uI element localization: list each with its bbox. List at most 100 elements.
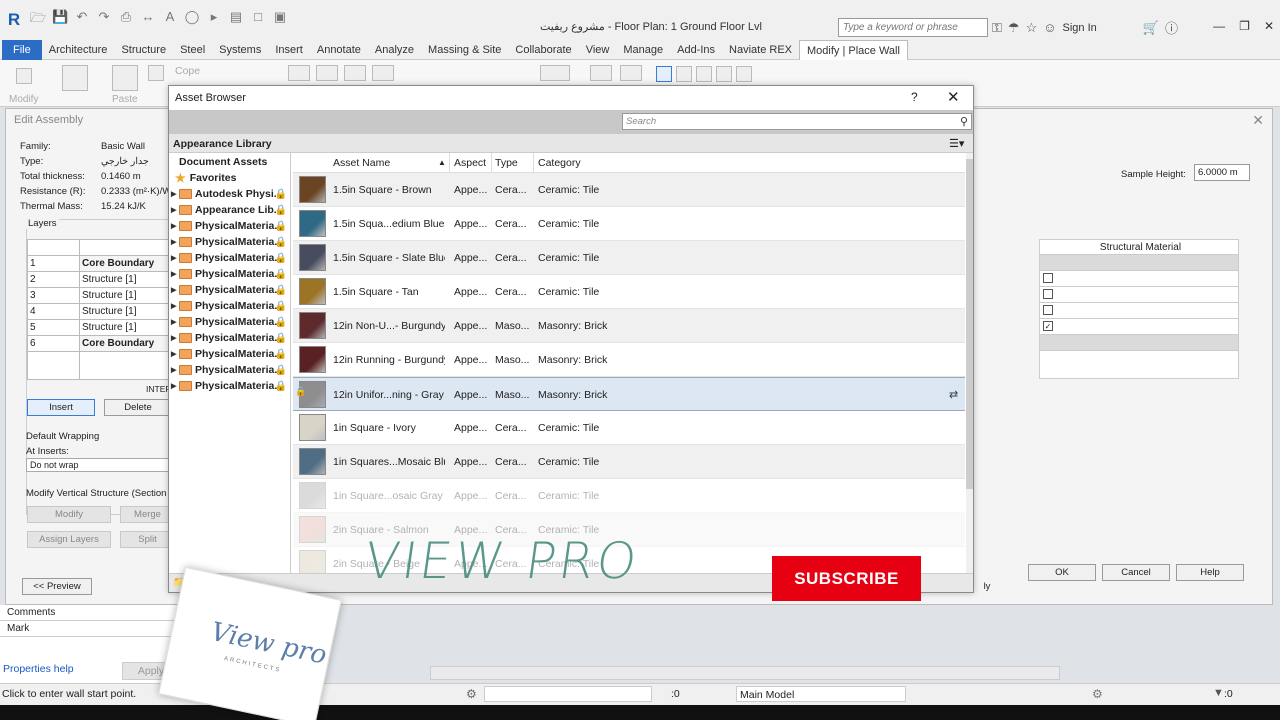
close-icon[interactable]: ✕ <box>947 88 960 106</box>
apply-partial-button[interactable]: ly <box>972 578 1002 595</box>
layer-number[interactable]: 5 <box>27 319 80 336</box>
asset-row[interactable]: 12in Running - Burgundy Appe... Maso... Mas… <box>293 343 965 377</box>
expand-arrow-icon[interactable]: ▶ <box>171 318 179 326</box>
measure-icon[interactable]: ↔ <box>140 9 156 31</box>
tab-annotate[interactable]: Annotate <box>310 40 368 60</box>
star-icon[interactable]: ☆ <box>1026 20 1038 36</box>
asset-search-input[interactable]: Search ⚲ <box>622 113 972 130</box>
structural-material-checkbox[interactable] <box>1043 289 1053 300</box>
user-icon[interactable]: ☺ <box>1043 20 1056 35</box>
create-icon[interactable] <box>590 65 612 81</box>
layer-function[interactable]: Structure [1] <box>79 271 172 288</box>
layer-row[interactable]: 3 Structure [1] <box>27 287 172 304</box>
align-icon[interactable] <box>288 65 310 81</box>
replace-asset-icon[interactable]: ⇄ <box>949 388 958 401</box>
work-plane-icon[interactable] <box>620 65 642 81</box>
text-icon[interactable]: A <box>162 9 178 31</box>
tree-item[interactable]: ▶ PhysicalMateria... 🔒 <box>169 346 291 362</box>
help-search-input[interactable]: Type a keyword or phrase <box>838 18 988 37</box>
asset-row[interactable]: 12in Unifor...ning - Gray Appe... Maso... M… <box>293 377 965 411</box>
layer-function[interactable]: Structure [1] <box>79 303 172 320</box>
expand-arrow-icon[interactable]: ▶ <box>171 206 179 214</box>
structural-material-checkbox[interactable]: ✓ <box>1043 321 1053 332</box>
close-hidden-icon[interactable]: □ <box>250 9 266 31</box>
help-button[interactable]: Help <box>1176 564 1244 581</box>
restore-icon[interactable]: ❐ <box>1239 19 1250 33</box>
expand-arrow-icon[interactable]: ▶ <box>171 286 179 294</box>
layer-function[interactable]: Core Boundary <box>79 335 172 352</box>
3d-view-icon[interactable]: ◯ <box>184 9 200 31</box>
merge-button[interactable]: Merge <box>120 506 175 523</box>
expand-arrow-icon[interactable]: ▶ <box>171 382 179 390</box>
tree-item[interactable]: Document Assets <box>169 154 291 170</box>
cart-icon[interactable]: 🛒 <box>1143 20 1159 36</box>
asset-row[interactable]: 1in Square - Ivory Appe... Cera... Ceramic:… <box>293 411 965 445</box>
layer-function[interactable]: Structure [1] <box>79 319 172 336</box>
binoculars-icon[interactable]: ⚿ <box>992 20 1002 36</box>
tab-massing-site[interactable]: Massing & Site <box>421 40 508 60</box>
asset-row[interactable]: 1.5in Square - Brown Appe... Cera... Cerami… <box>293 173 965 207</box>
offset-icon[interactable] <box>316 65 338 81</box>
cope-label[interactable]: Cope <box>175 65 200 77</box>
filter-icon[interactable]: ▼ <box>1213 687 1224 699</box>
layer-number[interactable]: 2 <box>27 271 80 288</box>
expand-arrow-icon[interactable]: ▶ <box>171 238 179 246</box>
tree-item[interactable]: ▶ PhysicalMateria... 🔒 <box>169 234 291 250</box>
thin-lines-icon[interactable]: ▤ <box>228 9 244 31</box>
layer-row[interactable]: 5 Structure [1] <box>27 319 172 336</box>
revit-logo-icon[interactable]: R <box>4 10 24 30</box>
asset-row[interactable]: 1.5in Squa...edium Blue Appe... Cera... Cer… <box>293 207 965 241</box>
ok-button[interactable]: OK <box>1028 564 1096 581</box>
tree-item[interactable]: ★ Favorites <box>169 170 291 186</box>
asset-name-column[interactable]: Asset Name <box>333 157 390 169</box>
rectangle-draw-icon[interactable] <box>676 66 692 82</box>
expand-arrow-icon[interactable]: ▶ <box>171 270 179 278</box>
expand-arrow-icon[interactable]: ▶ <box>171 366 179 374</box>
subscription-icon[interactable]: ☂ <box>1008 20 1020 36</box>
sign-in-link[interactable]: Sign In <box>1063 22 1097 34</box>
print-icon[interactable]: ⎙ <box>118 9 134 31</box>
layer-row[interactable]: 4 Structure [1] <box>27 303 172 320</box>
tab-modify-place-wall[interactable]: Modify | Place Wall <box>799 39 908 60</box>
worksets-icon[interactable]: ⚙ <box>466 687 477 701</box>
tab-manage[interactable]: Manage <box>616 40 670 60</box>
close-icon[interactable]: ✕ <box>1252 112 1264 129</box>
aspect-column[interactable]: Aspect <box>454 157 486 169</box>
layer-number[interactable]: 3 <box>27 287 80 304</box>
view-horizontal-scrollbar[interactable] <box>430 666 1060 680</box>
paste-icon[interactable] <box>112 65 138 91</box>
tree-item[interactable]: ▶ PhysicalMateria... 🔒 <box>169 378 291 394</box>
asset-row[interactable]: 1in Squares...Mosaic Blue Appe... Cera... C… <box>293 445 965 479</box>
tree-item[interactable]: ▶ PhysicalMateria... 🔒 <box>169 250 291 266</box>
tree-item[interactable]: ▶ Appearance Lib... 🔒 <box>169 202 291 218</box>
arc-draw-icon[interactable] <box>736 66 752 82</box>
insert-button[interactable]: Insert <box>27 399 95 416</box>
expand-arrow-icon[interactable]: ▶ <box>171 222 179 230</box>
category-column[interactable]: Category <box>538 157 581 169</box>
layer-row[interactable]: 6 Core Boundary <box>27 335 172 352</box>
design-option-select[interactable]: Main Model <box>736 686 906 702</box>
polygon-draw-icon[interactable] <box>696 66 712 82</box>
tab-structure[interactable]: Structure <box>114 40 173 60</box>
tab-architecture[interactable]: Architecture <box>42 40 115 60</box>
layer-row[interactable]: 2 Structure [1] <box>27 271 172 288</box>
minimize-icon[interactable]: — <box>1213 19 1225 33</box>
layer-function[interactable]: Core Boundary <box>79 255 172 272</box>
tab-insert[interactable]: Insert <box>268 40 310 60</box>
mark-row[interactable]: Mark <box>0 621 182 637</box>
workset-select[interactable] <box>484 686 652 702</box>
structural-material-checkbox[interactable] <box>1043 305 1053 316</box>
redo-icon[interactable]: ↷ <box>96 9 112 31</box>
close-icon[interactable]: ✕ <box>1264 19 1274 33</box>
layer-function[interactable]: Structure [1] <box>79 287 172 304</box>
modify-button[interactable]: Modify <box>27 506 111 523</box>
split-icon[interactable] <box>372 65 394 81</box>
tab-add-ins[interactable]: Add-Ins <box>670 40 722 60</box>
preview-button[interactable]: << Preview <box>22 578 92 595</box>
asset-row[interactable]: 1.5in Square - Tan Appe... Cera... Ceramic:… <box>293 275 965 309</box>
layer-row[interactable]: 1 Core Boundary <box>27 255 172 272</box>
asset-row[interactable]: 1.5in Square - Slate Blue Appe... Cera... C… <box>293 241 965 275</box>
mirror-icon[interactable] <box>344 65 366 81</box>
tree-item[interactable]: ▶ PhysicalMateria... 🔒 <box>169 314 291 330</box>
line-draw-icon[interactable] <box>656 66 672 82</box>
